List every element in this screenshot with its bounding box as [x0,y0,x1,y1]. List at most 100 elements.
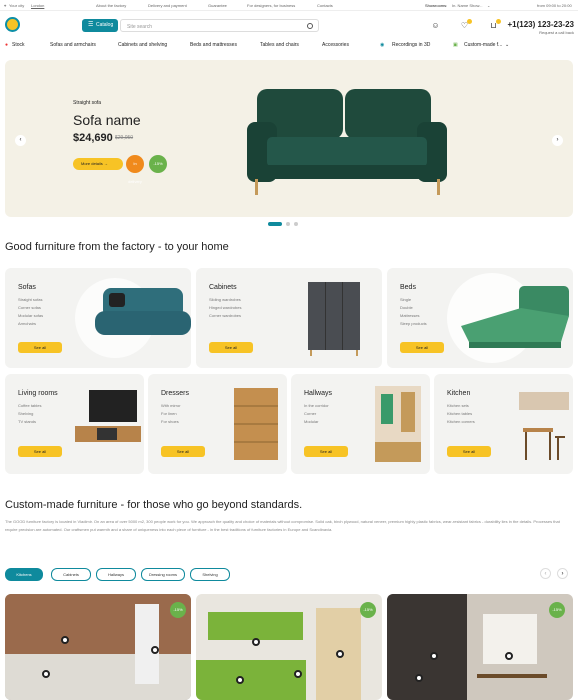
category-card-dressers[interactable]: Dressers With mirror For linen For shoes… [148,374,287,474]
link-delivery[interactable]: Delivery and payment [148,3,187,8]
link-about[interactable]: About the factory [96,3,126,8]
products-next-arrow[interactable]: › [557,568,568,579]
nav-item-stock[interactable]: Stock [12,42,25,48]
category-link[interactable]: In the corridor [304,402,329,410]
see-all-button[interactable]: See all [18,342,62,353]
hotspot-icon[interactable] [42,670,50,678]
link-contacts[interactable]: Contacts [317,3,333,8]
category-link[interactable]: Corner sofas [18,304,43,312]
category-link[interactable]: Sleep products [400,320,427,328]
kitchen-photo-fridge [135,604,159,684]
hotspot-icon[interactable] [415,674,423,682]
carousel-dot[interactable] [286,222,290,226]
see-all-button[interactable]: See all [209,342,253,353]
tab-cabinets[interactable]: Cabinets [51,568,91,581]
hotspot-icon[interactable] [236,676,244,684]
hotspot-icon[interactable] [151,646,159,654]
hotspot-icon[interactable] [430,652,438,660]
tab-shelving[interactable]: Shelving [190,568,230,581]
category-title: Kitchen [447,390,471,397]
link-guarantee[interactable]: Guarantee [208,3,227,8]
favorites-icon[interactable]: ♡ [460,19,472,30]
category-link[interactable]: Corner wardrobes [209,312,241,320]
tab-hallways[interactable]: Hallways [96,568,136,581]
hotspot-icon[interactable] [252,638,260,646]
product-discount-badge: -15% [170,602,186,618]
category-link[interactable]: Kitchen tables [447,410,475,418]
category-link[interactable]: Mattresses [400,312,427,320]
hotspot-icon[interactable] [61,636,69,644]
product-card[interactable]: -15% [5,594,191,700]
category-link[interactable]: For shoes [161,418,181,426]
category-link[interactable]: Kitchen sets [447,402,475,410]
hero-next-arrow[interactable]: › [552,135,563,146]
user-icon[interactable]: ☺ [431,21,440,30]
nav-item-3d[interactable]: Recordings in 3D [392,42,430,48]
tv-stand-image [75,390,141,442]
nav-item-cabinets[interactable]: Cabinets and shelving [118,42,167,48]
category-link[interactable]: Modular sofas [18,312,43,320]
hotspot-icon[interactable] [505,652,513,660]
category-link[interactable]: With mirror [161,402,181,410]
top-bar: ⌖ Your city London About the factory Del… [0,0,578,11]
see-all-button[interactable]: See all [447,446,491,457]
logo[interactable] [5,17,20,32]
arrow-right-icon: → [103,161,108,166]
phone-number[interactable]: +1(123) 123-23-23 [508,20,575,29]
hotspot-icon[interactable] [336,650,344,658]
category-card-cabinets[interactable]: Cabinets Sliding wardrobes Hinged wardro… [196,268,382,368]
category-card-kitchen[interactable]: Kitchen Kitchen sets Kitchen tables Kitc… [434,374,573,474]
nav-item-sofas[interactable]: Sofas and armchairs [50,42,96,48]
category-card-beds[interactable]: Beds Single Double Mattresses Sleep prod… [387,268,573,368]
link-designers[interactable]: For designers, for business [247,3,295,8]
category-card-sofas[interactable]: Sofas Straight sofas Corner sofas Modula… [5,268,191,368]
carousel-dots [268,213,302,231]
category-link[interactable]: Shelving [18,410,42,418]
category-card-hallways[interactable]: Hallways In the corridor Corner Modular … [291,374,430,474]
see-all-button[interactable]: See all [304,446,348,457]
nav-item-beds[interactable]: Beds and mattresses [190,42,237,48]
carousel-dot[interactable] [294,222,298,226]
showroom-dropdown[interactable]: In. Name Show... [452,3,482,8]
more-details-button[interactable]: More details → [73,158,123,170]
city-label: Your city [9,3,25,8]
tab-kitchens[interactable]: Kitchens [5,568,43,581]
city-selector[interactable]: London [31,3,44,8]
catalog-button[interactable]: Catalog [82,19,118,32]
search-input[interactable]: Site search [120,19,319,32]
category-link[interactable]: Corner [304,410,329,418]
hotspot-icon[interactable] [294,670,302,678]
callback-link[interactable]: Request a call back [539,30,574,35]
category-link[interactable]: Sliding wardrobes [209,296,241,304]
category-link[interactable]: Kitchen corners [447,418,475,426]
cart-icon[interactable]: ⊔ [489,19,501,30]
see-all-button[interactable]: See all [400,342,444,353]
showrooms-label: Showrooms: [425,3,448,8]
carousel-dot[interactable] [268,222,282,226]
section-title-furniture: Good furniture from the factory - to you… [5,241,229,253]
product-card[interactable]: -15% [387,594,573,700]
see-all-button[interactable]: See all [18,446,62,457]
category-link[interactable]: Coffee tables [18,402,42,410]
search-icon[interactable] [307,23,313,29]
category-link[interactable]: Armchairs [18,320,43,328]
products-prev-arrow[interactable]: ‹ [540,568,551,579]
category-link[interactable]: Straight sofas [18,296,43,304]
category-card-living-rooms[interactable]: Living rooms Coffee tables Shelving TV s… [5,374,144,474]
hero-banner: ‹ Straight sofa Sofa name $24,690 $29,05… [5,60,573,217]
nav-item-tables[interactable]: Tables and chairs [260,42,299,48]
see-all-button[interactable]: See all [161,446,205,457]
hero-prev-arrow[interactable]: ‹ [15,135,26,146]
nav-item-accessories[interactable]: Accessories [322,42,349,48]
category-link[interactable]: Double [400,304,427,312]
category-nav: ● Stock Sofas and armchairs Cabinets and… [0,39,578,51]
category-link[interactable]: TV stands [18,418,42,426]
category-link[interactable]: For linen [161,410,181,418]
nav-item-custom[interactable]: Custom-made f... [464,42,502,48]
category-link[interactable]: Single [400,296,427,304]
product-card[interactable]: -15% [196,594,382,700]
tab-dressing-rooms[interactable]: Dressing rooms [141,568,185,581]
favorites-badge [467,19,472,24]
category-link[interactable]: Modular [304,418,329,426]
category-link[interactable]: Hinged wardrobes [209,304,241,312]
